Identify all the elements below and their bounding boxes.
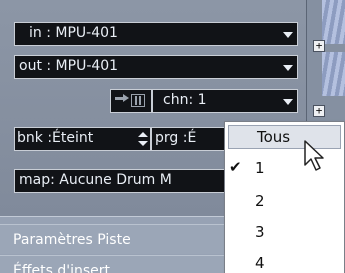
- midi-input-field[interactable]: in : MPU-401: [14, 22, 298, 46]
- waveform-thumbnail: [322, 0, 345, 44]
- plus-glyph: +: [315, 39, 323, 52]
- section-inserts-label: Éffets d'insert: [13, 263, 110, 273]
- drum-map-field[interactable]: map: Aucune Drum M: [14, 169, 234, 193]
- bank-field[interactable]: bnk :Éteint: [14, 127, 151, 151]
- menu-item-label: Tous: [257, 128, 291, 146]
- menu-item-label: 3: [255, 223, 265, 241]
- bank-label: bnk :Éteint: [17, 130, 94, 146]
- program-field[interactable]: prg :É: [151, 127, 231, 151]
- arrow-right-icon: [115, 94, 129, 102]
- menu-item-channel-2[interactable]: 2: [225, 190, 344, 214]
- track-inspector-window: in : MPU-401 out : MPU-401 chn: 1 bnk :É…: [0, 0, 345, 273]
- menu-item-label: 4: [255, 254, 265, 272]
- section-track-parameters-label: Paramètres Piste: [13, 232, 131, 248]
- chevron-down-icon: [283, 99, 293, 105]
- menu-item-channel-3[interactable]: 3: [225, 221, 344, 245]
- program-label: prg :É: [155, 130, 197, 146]
- mouse-pointer-icon: [304, 140, 324, 171]
- menu-item-channel-4[interactable]: 4: [225, 252, 344, 273]
- drum-map-label: map: Aucune Drum M: [19, 172, 172, 188]
- up-down-stepper-icon: [138, 132, 148, 146]
- menu-item-label: 1: [255, 159, 265, 177]
- chevron-down-icon: [283, 32, 293, 38]
- midi-output-field[interactable]: out : MPU-401: [14, 55, 298, 79]
- midi-channel-field[interactable]: chn: 1: [152, 89, 298, 113]
- plus-glyph: +: [315, 104, 323, 117]
- midi-channel-label: chn: 1: [163, 92, 207, 108]
- channel-grid-icon: [131, 94, 145, 107]
- checkmark-icon: ✔: [229, 158, 242, 176]
- menu-item-label: 2: [255, 192, 265, 210]
- midi-input-label: in : MPU-401: [29, 25, 118, 41]
- expand-plus-icon[interactable]: +: [313, 40, 325, 52]
- chevron-down-icon: [283, 65, 293, 71]
- midi-output-label: out : MPU-401: [19, 58, 119, 74]
- midi-channel-group: chn: 1: [110, 89, 298, 113]
- expand-plus-icon[interactable]: +: [313, 105, 325, 117]
- waveform-thumbnail: [322, 52, 345, 96]
